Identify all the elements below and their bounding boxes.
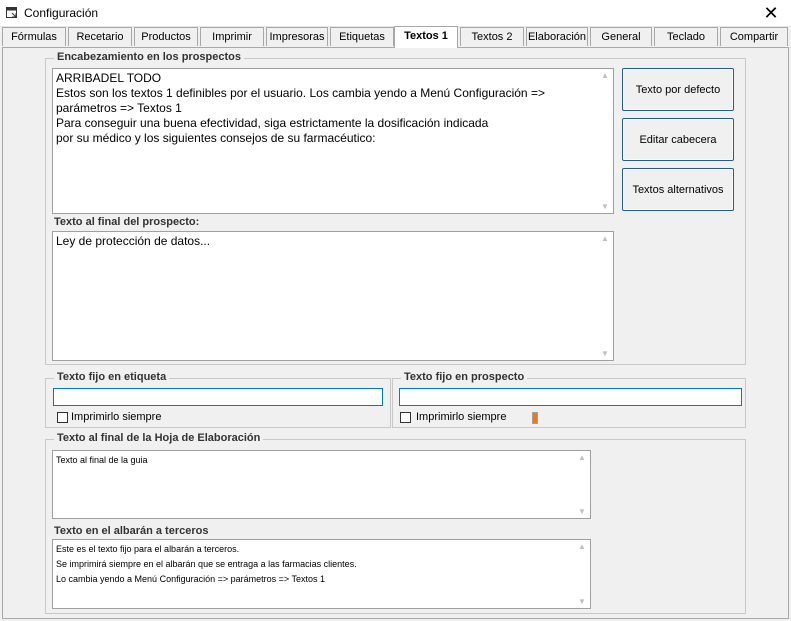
tab-elaboracion[interactable]: Elaboración — [526, 27, 588, 46]
alt-texts-button-label: Textos alternativos — [632, 183, 724, 196]
alt-texts-button[interactable]: Textos alternativos — [622, 168, 734, 211]
scroll-up-icon[interactable]: ▲ — [574, 542, 590, 551]
header-scrollbar[interactable]: ▲ ▼ — [597, 69, 613, 213]
scroll-up-icon[interactable]: ▲ — [597, 71, 613, 80]
footer-scrollbar[interactable]: ▲ ▼ — [597, 232, 613, 360]
label-print-always-label: Imprimirlo siempre — [71, 411, 162, 423]
label-text-group-title: Texto fijo en etiqueta — [54, 371, 170, 383]
elaboration-group-title: Texto al final de la Hoja de Elaboración — [54, 432, 264, 444]
delivery-note-label: Texto en el albarán a terceros — [54, 525, 209, 537]
scroll-down-icon[interactable]: ▼ — [574, 507, 590, 516]
elaboration-text: Texto al final de la guia — [56, 455, 148, 465]
window-icon — [6, 7, 17, 18]
resize-marker — [532, 412, 538, 424]
window-title: Configuración — [24, 6, 99, 20]
label-text-input[interactable] — [53, 388, 383, 406]
header-textarea[interactable]: ARRIBADEL TODO Estos son los textos 1 de… — [52, 68, 614, 214]
footer-label: Texto al final del prospecto: — [54, 216, 200, 228]
delivery-note-text: Este es el texto fijo para el albarán a … — [56, 544, 357, 584]
tab-recetario[interactable]: Recetario — [68, 27, 132, 46]
tab-strip: Fórmulas Recetario Productos Imprimir Im… — [0, 26, 791, 48]
leaflet-text-input[interactable] — [399, 388, 742, 406]
title-bar: Configuración ✕ — [0, 0, 791, 27]
tab-productos[interactable]: Productos — [134, 27, 198, 46]
default-text-button-label: Texto por defecto — [635, 83, 721, 96]
tab-teclado[interactable]: Teclado — [654, 27, 718, 46]
scroll-up-icon[interactable]: ▲ — [597, 234, 613, 243]
tab-etiquetas[interactable]: Etiquetas — [330, 27, 394, 46]
edit-header-button[interactable]: Editar cabecera — [622, 118, 734, 161]
tab-impresoras[interactable]: Impresoras — [266, 27, 328, 46]
scroll-down-icon[interactable]: ▼ — [597, 349, 613, 358]
elaboration-scrollbar[interactable]: ▲ ▼ — [574, 451, 590, 518]
label-print-always-checkbox[interactable] — [57, 412, 68, 423]
header-text: ARRIBADEL TODO Estos son los textos 1 de… — [56, 71, 545, 145]
tab-textos-2[interactable]: Textos 2 — [460, 27, 524, 46]
tab-imprimir[interactable]: Imprimir — [200, 27, 264, 46]
delivery-note-textarea[interactable]: Este es el texto fijo para el albarán a … — [52, 539, 591, 609]
tab-textos-1[interactable]: Textos 1 — [394, 26, 458, 48]
header-group-title: Encabezamiento en los prospectos — [54, 51, 244, 63]
leaflet-print-always-label: Imprimirlo siempre — [416, 411, 507, 423]
tab-general[interactable]: General — [590, 27, 652, 46]
close-button[interactable]: ✕ — [751, 0, 791, 26]
edit-header-button-label: Editar cabecera — [639, 133, 717, 146]
leaflet-text-group-title: Texto fijo en prospecto — [401, 371, 528, 383]
leaflet-print-always-checkbox[interactable] — [400, 412, 411, 423]
delivery-note-scrollbar[interactable]: ▲ ▼ — [574, 540, 590, 608]
scroll-up-icon[interactable]: ▲ — [574, 453, 590, 462]
tab-compartir[interactable]: Compartir — [720, 27, 788, 46]
tab-page-textos-1: Encabezamiento en los prospectos ARRIBAD… — [2, 47, 789, 619]
elaboration-textarea[interactable]: Texto al final de la guia ▲ ▼ — [52, 450, 591, 519]
default-text-button[interactable]: Texto por defecto — [622, 68, 734, 111]
footer-text: Ley de protección de datos... — [56, 234, 211, 248]
footer-textarea[interactable]: Ley de protección de datos... ▲ ▼ — [52, 231, 614, 361]
scroll-down-icon[interactable]: ▼ — [574, 597, 590, 606]
scroll-down-icon[interactable]: ▼ — [597, 202, 613, 211]
tab-formulas[interactable]: Fórmulas — [2, 27, 66, 46]
